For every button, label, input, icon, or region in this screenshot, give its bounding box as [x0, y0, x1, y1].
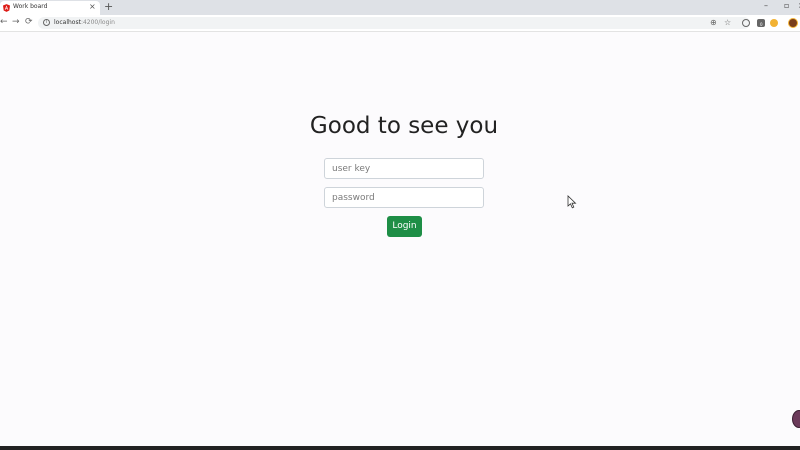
login-page: Good to see you Login: [0, 32, 800, 446]
floating-chat-button[interactable]: [792, 410, 800, 428]
login-button[interactable]: Login: [387, 216, 422, 237]
face-extension-icon[interactable]: [770, 19, 778, 27]
zoom-icon[interactable]: ⊕: [710, 17, 717, 29]
password-input[interactable]: [324, 187, 484, 208]
globe-extension-icon[interactable]: [742, 19, 750, 27]
bookmark-star-icon[interactable]: ☆: [724, 17, 731, 29]
reload-icon[interactable]: ⟳: [25, 16, 33, 28]
taskbar: [0, 446, 800, 450]
tab-title: Work board: [13, 3, 48, 10]
url-path: :4200/login: [80, 19, 115, 26]
browser-tab[interactable]: Work board ×: [0, 1, 100, 15]
extension-badge-icon[interactable]: 0: [757, 19, 765, 27]
url-host: localhost: [54, 19, 81, 26]
new-tab-button[interactable]: +: [104, 1, 113, 13]
minimize-button[interactable]: –: [764, 1, 768, 11]
address-bar[interactable]: i localhost:4200/login ⊕ ☆: [38, 17, 750, 29]
browser-window: Work board × + – ▫ × ← → ⟳ i localhost:4…: [0, 0, 800, 450]
forward-icon[interactable]: →: [12, 16, 20, 28]
url-text: localhost:4200/login: [54, 18, 115, 28]
user-key-input[interactable]: [324, 158, 484, 179]
extension-badge-count: 0: [760, 22, 763, 27]
profile-avatar[interactable]: [788, 18, 798, 28]
tab-strip: Work board × + – ▫ ×: [0, 0, 800, 15]
maximize-button[interactable]: ▫: [784, 1, 789, 11]
page-title: Good to see you: [309, 113, 499, 139]
angular-icon: [3, 4, 10, 12]
info-icon[interactable]: i: [43, 19, 50, 26]
tab-close-icon[interactable]: ×: [89, 2, 96, 12]
browser-toolbar: ← → ⟳ i localhost:4200/login ⊕ ☆ 0: [0, 15, 800, 32]
mouse-cursor-icon: [567, 195, 577, 209]
back-icon[interactable]: ←: [0, 16, 8, 28]
